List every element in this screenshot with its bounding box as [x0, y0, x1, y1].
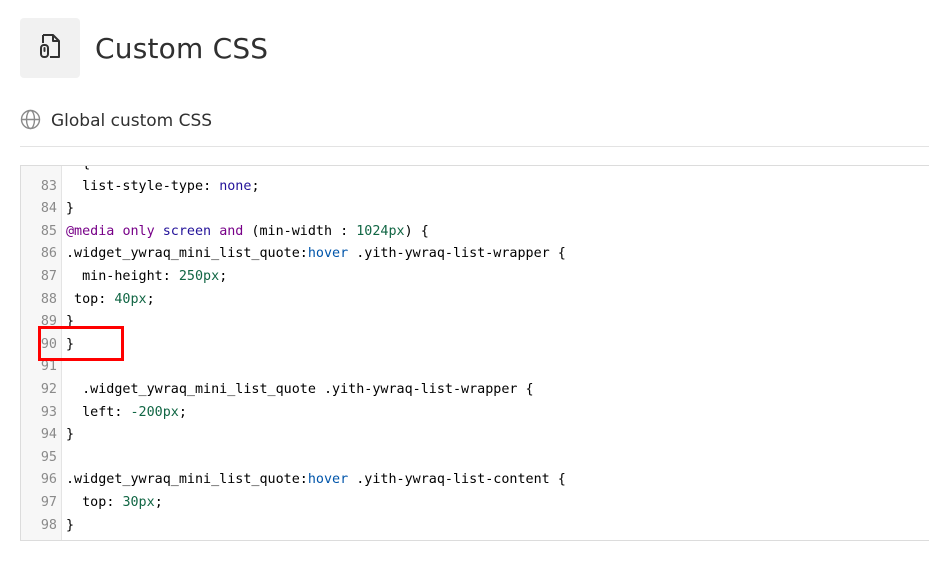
- code-token: :: [162, 268, 179, 284]
- code-token: :: [98, 291, 115, 307]
- code-token: .yith-ywraq-list-content {: [348, 472, 566, 488]
- code-line[interactable]: {: [21, 166, 929, 176]
- code-token: only: [122, 223, 155, 239]
- code-text[interactable]: min-height: 250px;: [66, 266, 227, 289]
- code-token: :: [114, 404, 131, 420]
- code-token: {: [66, 166, 90, 171]
- code-token: ;: [178, 404, 187, 420]
- section-title: Global custom CSS: [51, 111, 213, 131]
- line-number: 83: [40, 178, 57, 194]
- code-token: 40px: [114, 291, 147, 307]
- section-divider: [20, 146, 929, 147]
- code-text[interactable]: .widget_ywraq_mini_list_quote:hover .yit…: [66, 243, 566, 266]
- code-token: and: [219, 223, 244, 239]
- code-token: (min-width :: [243, 223, 357, 239]
- code-token: ;: [154, 494, 163, 510]
- code-line[interactable]: 95: [21, 447, 929, 470]
- code-token: }: [66, 427, 75, 443]
- line-number: 96: [40, 472, 57, 488]
- code-token: @media: [66, 223, 115, 239]
- code-token: 250px: [178, 268, 220, 284]
- code-token: ) {: [404, 223, 429, 239]
- code-token: -200px: [130, 404, 179, 420]
- code-token: }: [66, 517, 75, 533]
- line-number: 84: [40, 201, 57, 217]
- code-line[interactable]: 84}: [21, 198, 929, 221]
- code-text[interactable]: top: 40px;: [66, 289, 155, 312]
- code-line[interactable]: 92 .widget_ywraq_mini_list_quote .yith-y…: [21, 379, 929, 402]
- code-token: screen: [162, 223, 212, 239]
- code-line[interactable]: 85 @media only screen and (min-width : 10…: [21, 221, 929, 244]
- line-number: 94: [40, 427, 57, 443]
- code-line[interactable]: 83 list-style-type: none;: [21, 176, 929, 199]
- code-text[interactable]: .widget_ywraq_mini_list_quote .yith-ywra…: [66, 379, 534, 402]
- line-number: 97: [40, 494, 57, 510]
- line-number: 98: [40, 517, 57, 533]
- code-token: left: [66, 404, 115, 420]
- code-line[interactable]: 91: [21, 356, 929, 379]
- code-token: .widget_ywraq_mini_list_quote .yith-ywra…: [66, 381, 534, 397]
- section-header: Global custom CSS: [20, 108, 212, 134]
- code-token: top: [66, 494, 107, 510]
- code-lines[interactable]: {83 list-style-type: none;84}85@media on…: [21, 166, 929, 538]
- line-number: 92: [40, 381, 57, 397]
- code-token: list-style-type: [66, 178, 204, 194]
- code-text[interactable]: .widget_ywraq_mini_list_quote:hover .yit…: [66, 469, 566, 492]
- line-number: 86: [40, 246, 57, 262]
- code-text[interactable]: }: [66, 198, 74, 221]
- code-token: .widget_ywraq_mini_list_quote:: [66, 246, 308, 262]
- code-token: :: [203, 178, 220, 194]
- code-line[interactable]: 89}: [21, 311, 929, 334]
- code-token: hover: [307, 246, 349, 262]
- code-line[interactable]: 86 .widget_ywraq_mini_list_quote:hover .y…: [21, 243, 929, 266]
- code-token: none: [219, 178, 252, 194]
- code-token: }: [66, 201, 75, 217]
- code-text[interactable]: }: [66, 424, 74, 447]
- code-line[interactable]: 97 top: 30px;: [21, 492, 929, 515]
- red-highlight-box: [38, 326, 124, 361]
- line-number: 87: [40, 268, 57, 284]
- code-token: hover: [307, 472, 349, 488]
- code-line[interactable]: 88 top: 40px;: [21, 289, 929, 312]
- code-text[interactable]: @media only screen and (min-width : 1024…: [66, 221, 429, 244]
- header-icon-box: [20, 18, 80, 78]
- code-token: ;: [146, 291, 155, 307]
- line-number: 95: [40, 449, 57, 465]
- line-number: 85: [40, 223, 57, 239]
- code-line[interactable]: 93 left: -200px;: [21, 402, 929, 425]
- line-number: 93: [40, 404, 57, 420]
- code-line[interactable]: 94}: [21, 424, 929, 447]
- code-token: :: [106, 494, 123, 510]
- code-token: 30px: [122, 494, 155, 510]
- code-token: .widget_ywraq_mini_list_quote:: [66, 472, 308, 488]
- code-token: min-height: [66, 268, 163, 284]
- code-token: ;: [219, 268, 228, 284]
- code-line[interactable]: 87 min-height: 250px;: [21, 266, 929, 289]
- code-text[interactable]: left: -200px;: [66, 402, 187, 425]
- code-text[interactable]: top: 30px;: [66, 492, 163, 515]
- code-text[interactable]: list-style-type: none;: [66, 176, 260, 199]
- code-token: ;: [251, 178, 260, 194]
- css-file-icon: [37, 32, 63, 64]
- code-line[interactable]: 96 .widget_ywraq_mini_list_quote:hover .y…: [21, 469, 929, 492]
- code-token: .yith-ywraq-list-wrapper {: [348, 246, 566, 262]
- code-line[interactable]: 98}: [21, 515, 929, 538]
- css-code-editor[interactable]: {83 list-style-type: none;84}85@media on…: [20, 165, 929, 541]
- page-title: Custom CSS: [95, 31, 269, 65]
- page-header: Custom CSS: [20, 18, 268, 78]
- code-token: top: [66, 291, 99, 307]
- code-line[interactable]: 90}: [21, 334, 929, 357]
- code-token: 1024px: [356, 223, 405, 239]
- line-number: 88: [40, 291, 57, 307]
- code-text[interactable]: {: [66, 166, 90, 176]
- globe-icon: [20, 109, 41, 134]
- code-text[interactable]: }: [66, 515, 74, 538]
